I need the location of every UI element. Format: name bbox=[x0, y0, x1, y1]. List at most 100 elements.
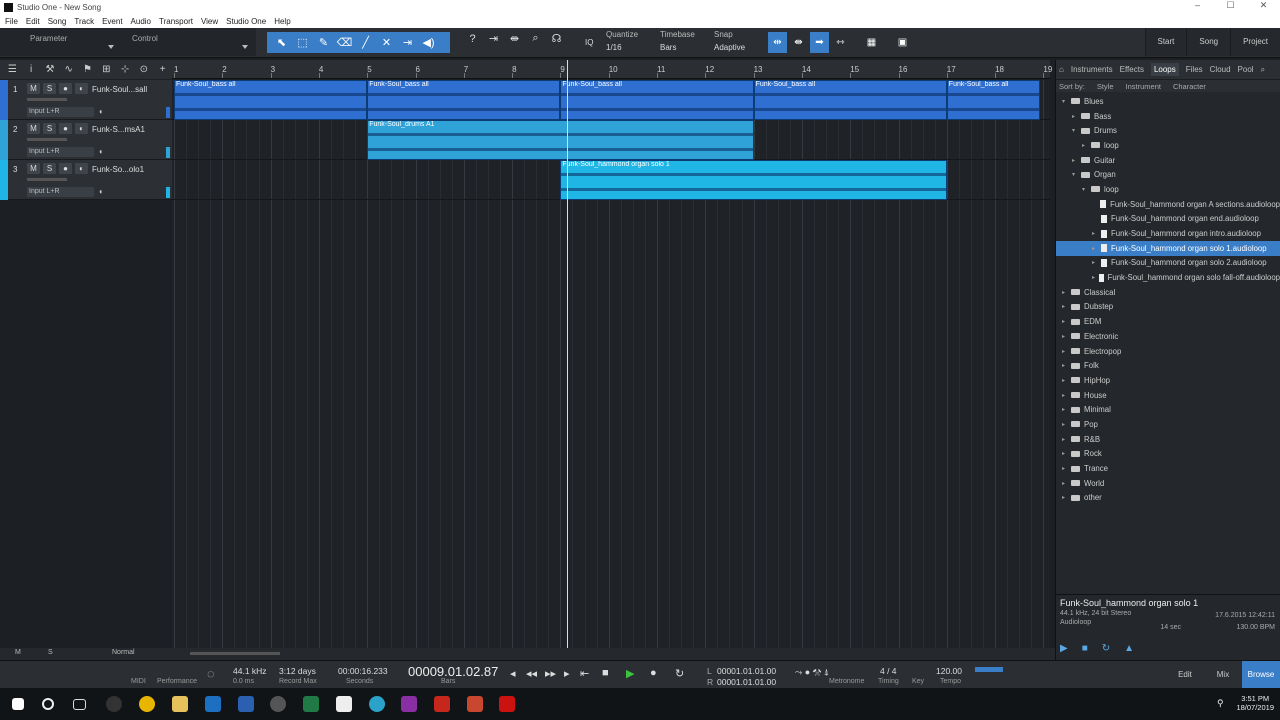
loop-folder-item[interactable]: ▸ loop bbox=[1056, 138, 1280, 153]
outlook-icon[interactable] bbox=[205, 696, 221, 712]
play-icon[interactable]: ▶ bbox=[626, 667, 634, 680]
loop-folder-item[interactable]: ▾ loop bbox=[1056, 182, 1280, 197]
expand-arrow-icon[interactable]: ▸ bbox=[1062, 465, 1071, 472]
automation-icon[interactable]: ∿ bbox=[59, 64, 78, 75]
loop-icon[interactable]: ↻ bbox=[675, 667, 684, 680]
paint-tool-icon[interactable]: ╱ bbox=[355, 36, 376, 49]
grid-settings-icon[interactable]: ⊞ bbox=[97, 64, 116, 75]
loop-follow-icon[interactable]: ⇼ bbox=[504, 32, 525, 45]
loop-folder-item[interactable]: ▸ Minimal bbox=[1056, 402, 1280, 417]
excel-icon[interactable] bbox=[303, 696, 319, 712]
start-button[interactable]: Start bbox=[1144, 28, 1187, 56]
footer-solo[interactable]: S bbox=[48, 649, 53, 656]
menu-track[interactable]: Track bbox=[74, 17, 94, 26]
minimize-button[interactable]: – bbox=[1181, 0, 1214, 11]
track-header[interactable]: 2 M S ● ◐ Funk-S...msA1 Input L+R ◐ bbox=[0, 120, 172, 160]
eraser-tool-icon[interactable]: ⌫ bbox=[334, 36, 355, 49]
seconds-value[interactable]: 00:00:16.233 bbox=[338, 666, 388, 676]
tab-pool[interactable]: Pool bbox=[1238, 65, 1254, 74]
rewind-icon[interactable]: ◂◂ bbox=[526, 667, 537, 680]
iq-label[interactable]: IQ bbox=[585, 38, 593, 47]
track-name[interactable]: Funk-Soul...sall bbox=[92, 85, 147, 94]
record-arm-button[interactable]: ● bbox=[59, 83, 72, 94]
chrome-icon[interactable] bbox=[139, 696, 155, 712]
menu-view[interactable]: View bbox=[201, 17, 218, 26]
expand-arrow-icon[interactable]: ▸ bbox=[1062, 289, 1071, 296]
record-arm-button[interactable]: ● bbox=[59, 123, 72, 134]
arrange-view[interactable]: Funk-Soul_bass all Funk-Soul_bass all Funk… bbox=[172, 80, 1081, 648]
audio-clip[interactable]: Funk-Soul_drums A1 bbox=[367, 120, 754, 160]
track-volume-slider[interactable] bbox=[27, 98, 67, 101]
grid-icon[interactable]: ▦ bbox=[862, 32, 881, 53]
track-input-select[interactable]: Input L+R bbox=[27, 187, 94, 197]
expand-arrow-icon[interactable]: ▸ bbox=[1062, 392, 1071, 399]
expand-arrow-icon[interactable]: ▾ bbox=[1072, 171, 1081, 178]
listen-tool-icon[interactable]: ◀) bbox=[418, 36, 439, 49]
studio-one-taskbar-icon[interactable] bbox=[106, 696, 122, 712]
expand-arrow-icon[interactable]: ▸ bbox=[1072, 157, 1081, 164]
loop-file-item[interactable]: Funk-Soul_hammond organ A sections.audio… bbox=[1056, 197, 1280, 212]
return-zero-icon[interactable]: ◂ bbox=[510, 667, 516, 680]
monitor-toggle-icon[interactable]: ◐ bbox=[99, 147, 104, 156]
loop-folder-item[interactable]: ▸ HipHop bbox=[1056, 373, 1280, 388]
loop-file-item[interactable]: ▸ Funk-Soul_hammond organ solo 2.audioloo… bbox=[1056, 256, 1280, 271]
expand-arrow-icon[interactable]: ▸ bbox=[1072, 113, 1081, 120]
expand-arrow-icon[interactable]: ▾ bbox=[1082, 186, 1091, 193]
loop-folder-item[interactable]: ▸ Dubstep bbox=[1056, 300, 1280, 315]
search-taskbar-icon[interactable] bbox=[42, 698, 54, 710]
solo-button[interactable]: S bbox=[43, 123, 56, 134]
loop-folder-item[interactable]: ▾ Blues bbox=[1056, 94, 1280, 109]
expand-arrow-icon[interactable]: ▸ bbox=[1062, 348, 1071, 355]
expand-arrow-icon[interactable]: ▾ bbox=[1062, 98, 1071, 105]
snap-cursor-icon[interactable]: ⇿ bbox=[831, 32, 850, 53]
metronome-toolbar-icon[interactable]: ▣ bbox=[893, 32, 912, 53]
sort-character[interactable]: Character bbox=[1173, 82, 1206, 91]
loop-file-item[interactable]: Funk-Soul_hammond organ end.audioloop bbox=[1056, 212, 1280, 227]
expand-arrow-icon[interactable]: ▸ bbox=[1092, 274, 1099, 281]
playhead-cursor[interactable] bbox=[567, 60, 568, 648]
powerpoint-icon[interactable] bbox=[467, 696, 483, 712]
loop-folder-item[interactable]: ▾ Organ bbox=[1056, 167, 1280, 182]
mute-button[interactable]: M bbox=[27, 163, 40, 174]
footer-mute[interactable]: M bbox=[15, 649, 21, 656]
word-icon[interactable] bbox=[238, 696, 254, 712]
wrench-icon[interactable]: ⚒ bbox=[41, 64, 60, 75]
mix-mode-button[interactable]: Mix bbox=[1204, 661, 1242, 689]
mute-button[interactable]: M bbox=[27, 123, 40, 134]
track-input-select[interactable]: Input L+R bbox=[27, 147, 94, 157]
loop-folder-item[interactable]: ▸ Electropop bbox=[1056, 344, 1280, 359]
loop-folder-item[interactable]: ▸ Rock bbox=[1056, 447, 1280, 462]
autoscroll-icon[interactable]: ⇥ bbox=[483, 32, 504, 45]
audio-clip[interactable]: Funk-Soul_bass all bbox=[753, 80, 947, 120]
loop-folder-item[interactable]: ▸ Guitar bbox=[1056, 153, 1280, 168]
preview-tempo-icon[interactable]: ▲ bbox=[1124, 643, 1134, 654]
track-header[interactable]: 3 M S ● ◐ Funk-So...olo1 Input L+R ◐ bbox=[0, 160, 172, 200]
expand-arrow-icon[interactable]: ▸ bbox=[1062, 450, 1071, 457]
menu-edit[interactable]: Edit bbox=[26, 17, 40, 26]
browse-mode-button[interactable]: Browse bbox=[1242, 661, 1280, 689]
loop-folder-item[interactable]: ▸ House bbox=[1056, 388, 1280, 403]
expand-arrow-icon[interactable]: ▸ bbox=[1092, 245, 1101, 252]
info-icon[interactable]: i bbox=[22, 64, 41, 75]
loop-folder-item[interactable]: ▸ R&B bbox=[1056, 432, 1280, 447]
tab-cloud[interactable]: Cloud bbox=[1210, 65, 1231, 74]
expand-arrow-icon[interactable]: ▸ bbox=[1062, 362, 1071, 369]
timing-value[interactable]: 4 / 4 bbox=[880, 666, 897, 676]
solo-button[interactable]: S bbox=[43, 163, 56, 174]
timebase-select[interactable]: Timebase Bars bbox=[660, 30, 695, 52]
help-icon[interactable]: ? bbox=[462, 33, 483, 45]
loop-folder-item[interactable]: ▸ other bbox=[1056, 491, 1280, 506]
sort-instrument[interactable]: Instrument bbox=[1126, 82, 1161, 91]
close-button[interactable]: ✕ bbox=[1247, 0, 1280, 11]
inspector-icon[interactable]: ☰ bbox=[3, 64, 22, 75]
network-icon[interactable]: ⚲ bbox=[1217, 698, 1227, 708]
snap-select[interactable]: Snap Adaptive bbox=[714, 30, 745, 52]
track-input-select[interactable]: Input L+R bbox=[27, 107, 94, 117]
song-button[interactable]: Song bbox=[1186, 28, 1230, 56]
control-dropdown-icon[interactable] bbox=[242, 45, 248, 49]
tab-files[interactable]: Files bbox=[1186, 65, 1203, 74]
menu-audio[interactable]: Audio bbox=[131, 17, 151, 26]
tab-instruments[interactable]: Instruments bbox=[1071, 65, 1113, 74]
loop-folder-item[interactable]: ▸ Pop bbox=[1056, 417, 1280, 432]
split-tool-icon[interactable]: ✎ bbox=[313, 36, 334, 49]
